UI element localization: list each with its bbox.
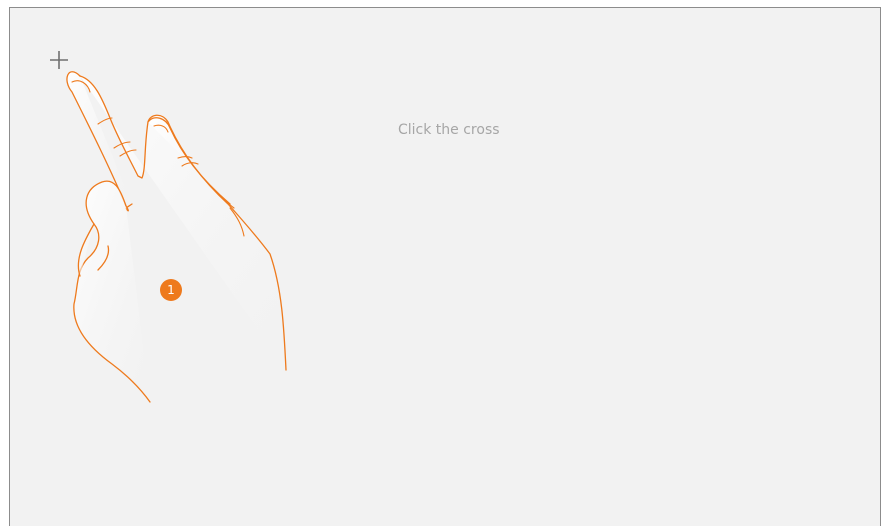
step-number-badge: 1 <box>160 279 182 301</box>
hand-pointer-icon <box>66 71 287 403</box>
screen-panel: Click the cross 1 <box>9 7 881 526</box>
instruction-text: Click the cross <box>398 122 500 138</box>
